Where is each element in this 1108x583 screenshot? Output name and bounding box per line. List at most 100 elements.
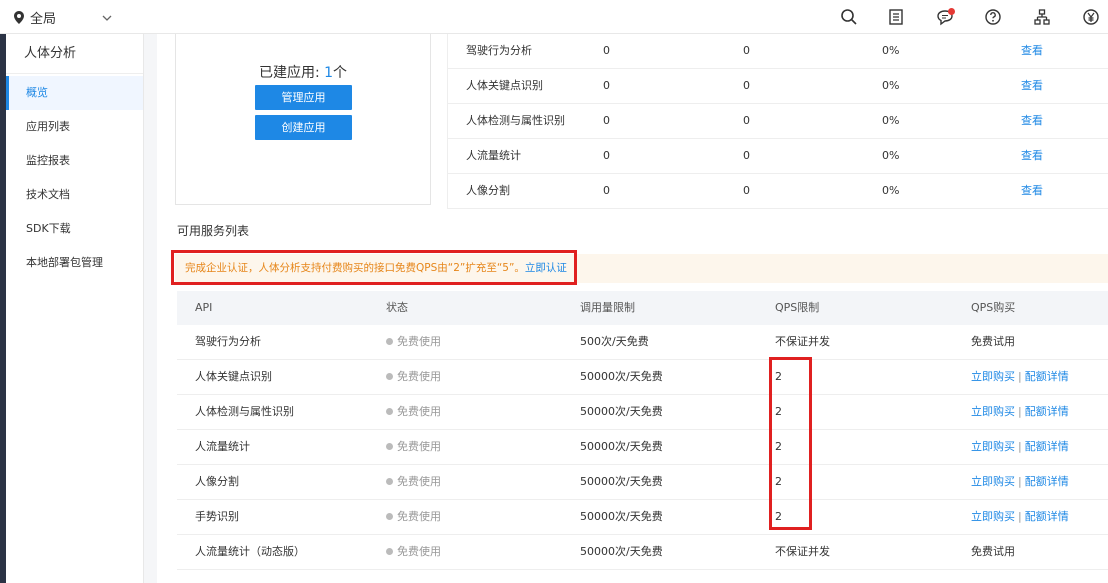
usage-api-name: 人体关键点识别: [466, 79, 543, 92]
sidebar-item-local-deploy[interactable]: 本地部署包管理: [6, 246, 143, 280]
api-name: 手势识别: [195, 510, 239, 523]
usage-value-1: 0: [603, 149, 610, 162]
app-summary-card: 已建应用: 1个 管理应用 创建应用: [175, 34, 431, 205]
link-separator: |: [1018, 405, 1022, 418]
usage-row: 驾驶行为分析 0 0 0% 查看: [447, 34, 1108, 69]
status-badge: 免费使用: [386, 465, 441, 499]
status-badge: 免费使用: [386, 500, 441, 534]
main-content: 已建应用: 1个 管理应用 创建应用 驾驶行为分析 0 0 0% 查看 人体关键…: [145, 34, 1108, 583]
view-link[interactable]: 查看: [1021, 34, 1043, 68]
header-api: API: [195, 301, 213, 314]
call-limit: 50000次/天免费: [580, 475, 663, 488]
status-badge: 免费使用: [386, 360, 441, 394]
scope-selector[interactable]: 全局: [14, 8, 112, 27]
status-badge: 免费使用: [386, 430, 441, 464]
buy-now-link[interactable]: 立即购买: [971, 405, 1015, 418]
api-name: 驾驶行为分析: [195, 335, 261, 348]
usage-percent: 0%: [882, 44, 900, 57]
view-link[interactable]: 查看: [1021, 69, 1043, 103]
status-badge: 免费使用: [386, 325, 441, 359]
document-icon[interactable]: [885, 6, 907, 28]
status-badge: 免费使用: [386, 535, 441, 569]
yuan-icon[interactable]: [1080, 6, 1102, 28]
sidebar-item-docs[interactable]: 技术文档: [6, 178, 143, 212]
api-name: 人体检测与属性识别: [195, 405, 294, 418]
view-link[interactable]: 查看: [1021, 139, 1043, 173]
buy-now-link[interactable]: 立即购买: [971, 475, 1015, 488]
link-separator: |: [1018, 440, 1022, 453]
table-row: 人像分割 免费使用 50000次/天免费 2 立即购买 | 配额详情: [177, 465, 1108, 500]
quota-details-link[interactable]: 配额详情: [1025, 475, 1069, 488]
view-link[interactable]: 查看: [1021, 104, 1043, 138]
view-link[interactable]: 查看: [1021, 174, 1043, 208]
notification-dot: [948, 8, 955, 15]
buy-actions: 立即购买 | 配额详情: [971, 465, 1069, 499]
quota-details-link[interactable]: 配额详情: [1025, 405, 1069, 418]
call-limit: 50000次/天免费: [580, 370, 663, 383]
call-limit: 50000次/天免费: [580, 440, 663, 453]
buy-now-link[interactable]: 立即购买: [971, 440, 1015, 453]
services-section-title: 可用服务列表: [177, 224, 250, 238]
table-row: 人体关键点识别 免费使用 50000次/天免费 2 立即购买 | 配额详情: [177, 360, 1108, 395]
sidebar-item-sdk[interactable]: SDK下载: [6, 212, 143, 246]
buy-now-link[interactable]: 立即购买: [971, 510, 1015, 523]
created-apps-number: 1: [324, 65, 334, 81]
manage-apps-button[interactable]: 管理应用: [255, 85, 352, 110]
usage-api-name: 驾驶行为分析: [466, 44, 532, 57]
usage-row: 人体关键点识别 0 0 0% 查看: [447, 69, 1108, 104]
sidebar-item-overview[interactable]: 概览: [6, 76, 143, 110]
call-limit: 50000次/天免费: [580, 510, 663, 523]
link-separator: |: [1018, 370, 1022, 383]
usage-value-1: 0: [603, 184, 610, 197]
content-panel: 已建应用: 1个 管理应用 创建应用 驾驶行为分析 0 0 0% 查看 人体关键…: [157, 34, 1108, 583]
quota-details-link[interactable]: 配额详情: [1025, 440, 1069, 453]
buy-actions: 立即购买 | 配额详情: [971, 360, 1069, 394]
search-icon[interactable]: [838, 6, 860, 28]
usage-percent: 0%: [882, 184, 900, 197]
api-name: 人流量统计（动态版）: [195, 545, 305, 558]
sidebar-item-monitoring[interactable]: 监控报表: [6, 144, 143, 178]
usage-row: 人像分割 0 0 0% 查看: [447, 174, 1108, 209]
usage-value-2: 0: [743, 44, 750, 57]
header-qps-buy: QPS购买: [971, 301, 1016, 314]
top-bar: 全局: [0, 0, 1108, 34]
usage-value-1: 0: [603, 79, 610, 92]
call-limit: 50000次/天免费: [580, 405, 663, 418]
help-icon[interactable]: [982, 6, 1004, 28]
create-app-button[interactable]: 创建应用: [255, 115, 352, 140]
quota-details-link[interactable]: 配额详情: [1025, 510, 1069, 523]
message-icon[interactable]: [934, 6, 956, 28]
created-apps-unit: 个: [333, 65, 348, 81]
buy-actions: 立即购买 | 配额详情: [971, 500, 1069, 534]
usage-api-name: 人像分割: [466, 184, 510, 197]
call-limit: 500次/天免费: [580, 335, 649, 348]
table-header: API 状态 调用量限制 QPS限制 QPS购买: [177, 291, 1108, 325]
usage-row: 人体检测与属性识别 0 0 0% 查看: [447, 104, 1108, 139]
free-trial-text: 免费试用: [971, 545, 1015, 558]
chevron-down-icon: [102, 15, 112, 21]
buy-now-link[interactable]: 立即购买: [971, 370, 1015, 383]
header-status: 状态: [386, 301, 408, 314]
quota-details-link[interactable]: 配额详情: [1025, 370, 1069, 383]
highlight-box-notice: [171, 250, 577, 285]
status-badge: 免费使用: [386, 395, 441, 429]
usage-percent: 0%: [882, 79, 900, 92]
free-trial-text: 免费试用: [971, 335, 1015, 348]
api-name: 人像分割: [195, 475, 239, 488]
org-chart-icon[interactable]: [1031, 6, 1053, 28]
sidebar-item-app-list[interactable]: 应用列表: [6, 110, 143, 144]
usage-value-2: 0: [743, 79, 750, 92]
api-name: 人流量统计: [195, 440, 250, 453]
qps-limit: 不保证并发: [775, 545, 830, 558]
table-row: 人流量统计 免费使用 50000次/天免费 2 立即购买 | 配额详情: [177, 430, 1108, 465]
scope-label: 全局: [30, 12, 57, 27]
table-row: 人流量统计（动态版） 免费使用 50000次/天免费 不保证并发 免费试用: [177, 535, 1108, 570]
usage-value-2: 0: [743, 149, 750, 162]
api-name: 人体关键点识别: [195, 370, 272, 383]
call-limit: 50000次/天免费: [580, 545, 663, 558]
usage-row: 人流量统计 0 0 0% 查看: [447, 139, 1108, 174]
location-pin-icon: [14, 11, 24, 24]
sidebar: 人体分析 概览 应用列表 监控报表 技术文档 SDK下载 本地部署包管理: [6, 34, 144, 583]
usage-percent: 0%: [882, 114, 900, 127]
usage-api-name: 人流量统计: [466, 149, 521, 162]
